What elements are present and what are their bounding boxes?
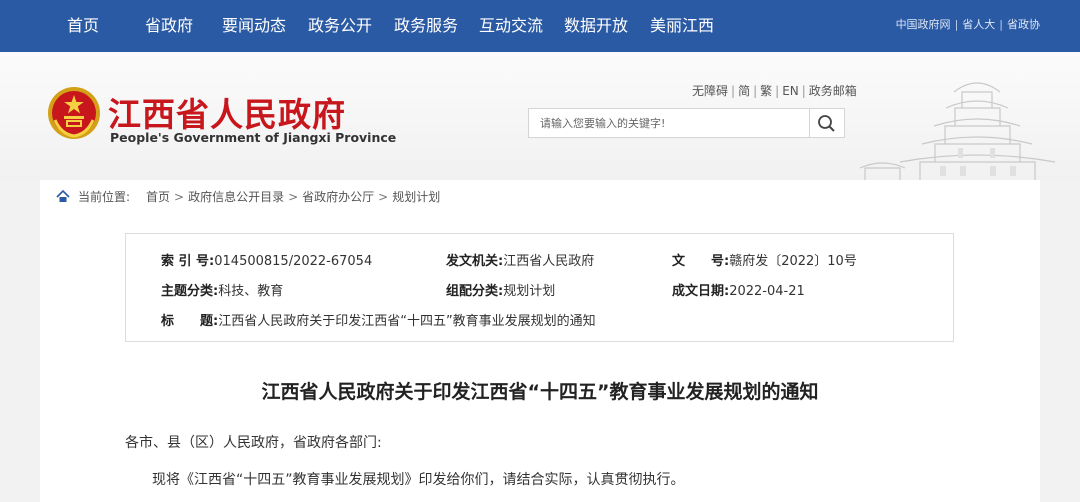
search-input[interactable] [528, 108, 810, 138]
english-link[interactable]: EN [782, 84, 799, 98]
home-icon [56, 190, 70, 202]
link-provincial-congress[interactable]: 省人大 [962, 18, 995, 31]
meta-topic-value: 科技、教育 [218, 284, 284, 299]
nav-item-gov-affairs-open[interactable]: 政务公开 [308, 0, 372, 52]
meta-subject-value: 江西省人民政府关于印发江西省“十四五”教育事业发展规划的通知 [218, 314, 596, 329]
meta-topic-label: 主题分类: [161, 284, 219, 299]
meta-subject: 标 题:江西省人民政府关于印发江西省“十四五”教育事业发展规划的通知 [161, 310, 596, 329]
meta-docno: 文 号:赣府发〔2022〕10号 [672, 250, 857, 269]
site-tools: 无障碍 | 简 | 繁 | EN | 政务邮箱 [692, 84, 857, 98]
site-title: 江西省人民政府 [108, 95, 346, 134]
meta-subject-label: 标 题: [161, 314, 219, 329]
external-links: 中国政府网 | 省人大 | 省政协 [895, 18, 1040, 31]
top-nav-bar: 首页 省政府 要闻动态 政务公开 政务服务 互动交流 数据开放 美丽江西 中国政… [0, 0, 1080, 52]
nav-item-provincial-gov[interactable]: 省政府 [145, 0, 193, 52]
nav-item-beautiful-jiangxi[interactable]: 美丽江西 [650, 0, 714, 52]
site-subtitle: People's Government of Jiangxi Province [110, 130, 397, 145]
document-meta-table: 索 引 号:014500815/2022-67054 发文机关:江西省人民政府 … [125, 233, 954, 342]
search-button[interactable] [809, 108, 845, 138]
nav-item-news[interactable]: 要闻动态 [222, 0, 286, 52]
meta-index-label: 索 引 号: [161, 254, 215, 269]
meta-docno-value: 赣府发〔2022〕10号 [729, 254, 857, 269]
breadcrumb-path: 首页 > 政府信息公开目录 > 省政府办公厅 > 规划计划 [146, 190, 441, 204]
meta-docno-label: 文 号: [672, 254, 730, 269]
breadcrumb-planning[interactable]: 规划计划 [392, 190, 440, 204]
nav-item-home[interactable]: 首页 [67, 0, 99, 52]
breadcrumb-label: 当前位置: [78, 190, 131, 204]
tengwang-pavilion-illustration-icon [860, 82, 1056, 180]
meta-issuer: 发文机关:江西省人民政府 [446, 250, 594, 269]
nav-item-open-data[interactable]: 数据开放 [564, 0, 628, 52]
breadcrumb-home[interactable]: 首页 [146, 190, 170, 204]
meta-date-value: 2022-04-21 [729, 284, 805, 299]
nav-item-gov-services[interactable]: 政务服务 [394, 0, 458, 52]
breadcrumb-general-office[interactable]: 省政府办公厅 [302, 190, 374, 204]
meta-index: 索 引 号:014500815/2022-67054 [161, 250, 372, 269]
meta-category: 组配分类:规划计划 [446, 280, 555, 299]
document-body: 现将《江西省“十四五”教育事业发展规划》印发给你们，请结合实际，认真贯彻执行。 [152, 472, 685, 488]
national-emblem-icon [48, 87, 100, 139]
gov-mailbox-link[interactable]: 政务邮箱 [809, 84, 857, 98]
meta-category-label: 组配分类: [446, 284, 504, 299]
meta-index-value: 014500815/2022-67054 [214, 254, 373, 269]
document-title: 江西省人民政府关于印发江西省“十四五”教育事业发展规划的通知 [261, 381, 819, 403]
breadcrumb: 当前位置: 首页 > 政府信息公开目录 > 省政府办公厅 > 规划计划 [40, 180, 1040, 214]
meta-topic: 主题分类:科技、教育 [161, 280, 283, 299]
site-header: 江西省人民政府 People's Government of Jiangxi P… [0, 52, 1080, 180]
content-panel: 当前位置: 首页 > 政府信息公开目录 > 省政府办公厅 > 规划计划 索 引 号:0145… [40, 180, 1040, 502]
nav-item-interaction[interactable]: 互动交流 [479, 0, 543, 52]
simplified-chinese-link[interactable]: 简 [738, 84, 750, 98]
breadcrumb-info-directory[interactable]: 政府信息公开目录 [188, 190, 284, 204]
search-icon [818, 115, 835, 132]
meta-date-label: 成文日期: [672, 284, 730, 299]
link-provincial-cppcc[interactable]: 省政协 [1007, 18, 1040, 31]
link-central-gov[interactable]: 中国政府网 [896, 18, 951, 31]
meta-issuer-value: 江西省人民政府 [503, 254, 595, 269]
meta-date: 成文日期:2022-04-21 [672, 280, 805, 299]
meta-category-value: 规划计划 [503, 284, 556, 299]
document-salutation: 各市、县（区）人民政府，省政府各部门: [125, 435, 382, 451]
traditional-chinese-link[interactable]: 繁 [760, 84, 772, 98]
meta-issuer-label: 发文机关: [446, 254, 504, 269]
accessibility-link[interactable]: 无障碍 [692, 84, 728, 98]
